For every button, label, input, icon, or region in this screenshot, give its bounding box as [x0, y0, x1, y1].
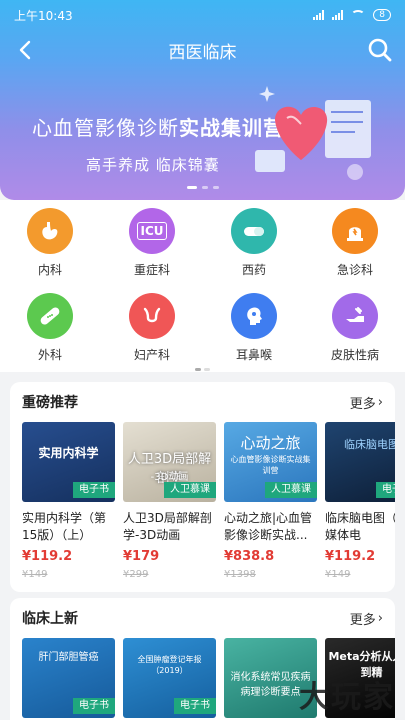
book-cover: 肝门部胆管癌 电子书: [22, 638, 115, 718]
header: 上午10:43 8 西医临床 心血管影像诊断实战集训营 高手养成 临床锦囊: [0, 0, 405, 200]
book-title: 实用内科学（第15版）（上）: [22, 511, 107, 542]
cover-title: 肝门部胆管癌: [38, 652, 99, 663]
category-emergency[interactable]: 急诊科: [315, 208, 395, 278]
book-card[interactable]: 实用内科学 电子书 实用内科学（第15版）（上） ¥119.2 ¥149: [22, 422, 115, 580]
page-title: 西医临床: [168, 42, 237, 63]
category-label: 皮肤性病: [330, 348, 379, 362]
book-card[interactable]: 临床脑电图 电子书 临床脑电图（富媒体电 ¥119.2 ¥149: [325, 422, 395, 580]
badge-ebook: 电子书: [174, 698, 216, 714]
category-label: 耳鼻喉: [235, 348, 272, 362]
more-link[interactable]: 更多 ›: [350, 393, 383, 412]
book-title: 临床脑电图（富媒体电: [325, 511, 395, 542]
cover-subtitle: -3D动画: [150, 472, 189, 483]
banner[interactable]: 心血管影像诊断实战集训营 高手养成 临床锦囊: [0, 72, 405, 198]
category-label: 内科: [37, 263, 62, 277]
book-cover: 临床脑电图 电子书: [325, 422, 395, 502]
cover-title: 全国肿瘤登记年报（2019）: [137, 655, 202, 675]
category-western-medicine[interactable]: 西药: [214, 208, 294, 278]
book-price: ¥838.8: [224, 549, 275, 564]
category-dermatology[interactable]: 皮肤性病: [315, 293, 395, 363]
book-price: ¥179: [123, 549, 160, 564]
book-price: ¥119.2: [22, 549, 73, 564]
chevron-right-icon: ›: [377, 610, 383, 626]
book-cover: 全国肿瘤登记年报（2019） 电子书: [123, 638, 216, 718]
book-cover: 实用内科学 电子书: [22, 422, 115, 502]
category-icu[interactable]: ICU 重症科: [112, 208, 192, 278]
icu-icon: ICU: [129, 208, 175, 254]
book-cover: 心动之旅 心血管影像诊断实战集训营 人卫慕课: [224, 422, 317, 502]
featured-header: 重磅推荐 更多 ›: [10, 382, 395, 422]
section-title: 重磅推荐: [22, 395, 78, 411]
category-grid: 内科 ICU 重症科 西药 急诊科 外科 妇产科 耳鼻喉 皮肤性病: [0, 200, 405, 372]
status-time: 上午10:43: [14, 8, 73, 23]
category-label: 妇产科: [133, 348, 170, 362]
badge-ebook: 电子书: [73, 698, 115, 714]
category-label: 西药: [241, 263, 266, 277]
cover-subtitle: 心血管影像诊断实战集训营: [230, 455, 311, 475]
status-bar: 上午10:43 8: [0, 0, 405, 30]
back-arrow-icon[interactable]: [14, 38, 38, 62]
category-ent[interactable]: 耳鼻喉: [214, 293, 294, 363]
category-label: 外科: [37, 348, 62, 362]
section-title: 临床上新: [22, 611, 78, 627]
stomach-icon: [27, 208, 73, 254]
book-card[interactable]: 肝门部胆管癌 电子书: [22, 638, 115, 718]
battery-icon: 8: [373, 9, 391, 21]
badge-mooc: 人卫慕课: [164, 482, 216, 498]
pill-icon: [231, 208, 277, 254]
badge-ebook: 电子书: [376, 482, 395, 498]
book-card[interactable]: 心动之旅 心血管影像诊断实战集训营 人卫慕课 心动之旅|心血管影像诊断实战...…: [224, 422, 317, 580]
wifi-icon: [351, 10, 366, 20]
book-cover: 人卫3D局部解剖学 -3D动画 人卫慕课: [123, 422, 216, 502]
badge-ebook: 电子书: [73, 482, 115, 498]
book-original-price: ¥149: [325, 569, 351, 580]
banner-pagination: [0, 186, 405, 189]
book-original-price: ¥149: [22, 569, 48, 580]
book-card[interactable]: 全国肿瘤登记年报（2019） 电子书: [123, 638, 216, 718]
category-label: 急诊科: [336, 263, 373, 277]
head-profile-icon: [231, 293, 277, 339]
featured-section: 重磅推荐 更多 › 实用内科学 电子书 实用内科学（第15版）（上） ¥119.2…: [10, 382, 395, 592]
banner-subtitle: 高手养成 临床锦囊: [86, 156, 220, 174]
category-surgery[interactable]: 外科: [10, 293, 90, 363]
search-icon[interactable]: [367, 37, 393, 63]
badge-mooc: 人卫慕课: [265, 482, 317, 498]
cover-title: 实用内科学: [38, 446, 99, 460]
latest-header: 临床上新 更多 ›: [10, 598, 395, 638]
banner-heart-illustration: [255, 86, 371, 180]
cover-title: 心动之旅: [240, 434, 301, 452]
book-original-price: ¥299: [123, 569, 149, 580]
uterus-icon: [129, 293, 175, 339]
book-title: 心动之旅|心血管影像诊断实战...: [224, 511, 313, 542]
siren-icon: [332, 208, 378, 254]
status-icons: 8: [313, 9, 391, 21]
category-internal-medicine[interactable]: 内科: [10, 208, 90, 278]
nav-bar: 西医临床: [0, 30, 405, 70]
chevron-right-icon: ›: [377, 394, 383, 410]
book-card[interactable]: 人卫3D局部解剖学 -3D动画 人卫慕课 人卫3D局部解剖学-3D动画 ¥179…: [123, 422, 216, 580]
watermark: 大玩家: [299, 680, 395, 715]
more-link[interactable]: 更多 ›: [350, 609, 383, 628]
signal-icon: [313, 10, 325, 20]
book-original-price: ¥1398: [224, 569, 256, 580]
bandage-icon: [27, 293, 73, 339]
book-price: ¥119.2: [325, 549, 376, 564]
category-pagination: [0, 368, 405, 371]
book-title: 人卫3D局部解剖学-3D动画: [123, 511, 212, 542]
cover-title: 临床脑电图: [344, 438, 395, 451]
skin-care-icon: [332, 293, 378, 339]
category-obstetrics[interactable]: 妇产科: [112, 293, 192, 363]
category-label: 重症科: [133, 263, 170, 277]
signal-icon-2: [332, 10, 344, 20]
